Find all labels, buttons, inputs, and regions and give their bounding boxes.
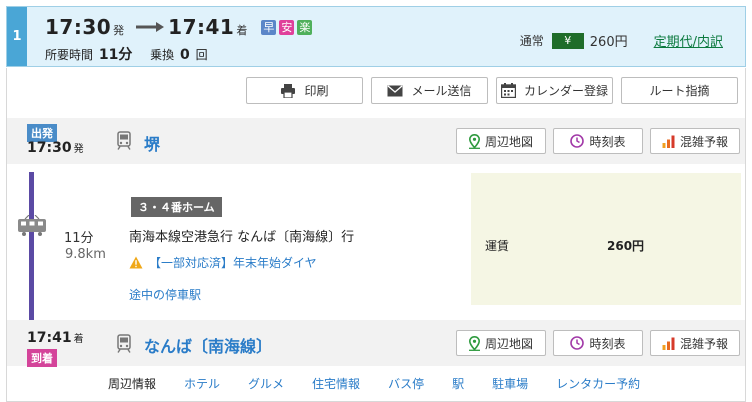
- departure-congestion-button[interactable]: 混雑予報: [650, 128, 740, 154]
- transfer-unit: 回: [195, 48, 208, 62]
- map-button-label: 周辺地図: [484, 336, 533, 351]
- fare-value: 260円: [607, 239, 645, 253]
- nearby-info-label: 周辺情報: [108, 376, 157, 391]
- nearby-info-bar: 周辺情報 ホテル グルメ 住宅情報 バス停 駅 駐車場 レンタカー予約: [7, 365, 745, 401]
- duration-label: 所要時間: [45, 48, 94, 62]
- clock-icon: [570, 134, 585, 148]
- summary-departure-time: 17:30: [45, 15, 112, 39]
- train-icon: [117, 334, 131, 353]
- cheapest-badge: 安: [279, 20, 295, 35]
- map-pin-icon: [468, 133, 480, 149]
- transfer-label: 乗換: [150, 48, 175, 62]
- transfer-count: 0: [180, 47, 190, 63]
- printer-icon: [281, 83, 296, 98]
- summary-departure-suffix: 発: [113, 24, 125, 37]
- route-feedback-label: ルート指摘: [649, 84, 710, 98]
- segment-distance: 9.8km: [65, 247, 106, 262]
- timetable-button-label: 時刻表: [589, 134, 626, 149]
- service-notice[interactable]: 【一部対応済】年末年始ダイヤ: [129, 254, 317, 271]
- arrow-right-icon: [136, 22, 165, 32]
- arrival-station-name[interactable]: なんば〔南海線〕: [144, 333, 272, 357]
- nearby-housing-link[interactable]: 住宅情報: [312, 375, 360, 392]
- nearby-hotel-link[interactable]: ホテル: [184, 375, 220, 392]
- arrival-time-suffix: 着: [73, 334, 84, 345]
- route-number: 1: [7, 7, 27, 66]
- arrival-map-button[interactable]: 周辺地図: [456, 330, 546, 356]
- departure-station-row: 出発 17:30 発 堺 周辺地図 時刻表 混雑予報: [7, 118, 745, 164]
- departure-time-suffix: 発: [73, 144, 84, 155]
- congestion-button-label: 混雑予報: [679, 134, 728, 149]
- nearby-station-link[interactable]: 駅: [452, 375, 464, 392]
- service-notice-text: 【一部対応済】年末年始ダイヤ: [149, 256, 317, 270]
- route-detail: 印刷 メール送信 カレンダー登録 ルート指摘 出発 17:30 発 堺 周辺地図…: [6, 68, 746, 402]
- calendar-label: カレンダー登録: [523, 84, 608, 98]
- departure-timetable-button[interactable]: 時刻表: [553, 128, 643, 154]
- print-label: 印刷: [304, 84, 329, 98]
- arrival-time: 17:41 着: [27, 330, 84, 346]
- warning-icon: [129, 256, 143, 269]
- summary-meta: 所要時間 11分 乗換 0 回: [45, 44, 208, 64]
- print-button[interactable]: 印刷: [246, 77, 363, 104]
- bar-chart-icon: [662, 337, 675, 350]
- train-car-icon: [18, 215, 46, 236]
- train-name: 南海本線空港急行 なんば〔南海線〕行: [129, 230, 355, 245]
- departure-map-button[interactable]: 周辺地図: [456, 128, 546, 154]
- map-pin-icon: [468, 335, 480, 351]
- summary-fare: 260円: [589, 35, 628, 50]
- mail-label: メール送信: [411, 84, 472, 98]
- fare-label: 運賃: [485, 239, 510, 253]
- arrival-station-row: 17:41 着 到着 なんば〔南海線〕 周辺地図 時刻表 混雑予報: [7, 320, 745, 367]
- calendar-icon: [500, 83, 516, 98]
- fare-panel: 運賃 260円: [471, 173, 741, 305]
- duration-value: 11分: [98, 47, 133, 63]
- commuter-pass-link[interactable]: 定期代/内訳: [654, 31, 723, 50]
- intermediate-stops-link[interactable]: 途中の停車駅: [129, 286, 201, 303]
- summary-arrival-time: 17:41: [168, 15, 235, 39]
- train-icon: [117, 131, 131, 150]
- segment-duration: 11分: [64, 231, 94, 246]
- calendar-button[interactable]: カレンダー登録: [496, 77, 613, 104]
- bar-chart-icon: [662, 135, 675, 148]
- map-button-label: 周辺地図: [484, 134, 533, 149]
- fastest-badge: 早: [261, 20, 277, 35]
- congestion-button-label: 混雑予報: [679, 336, 728, 351]
- arrival-congestion-button[interactable]: 混雑予報: [650, 330, 740, 356]
- clock-icon: [570, 336, 585, 350]
- nearby-bus-stop-link[interactable]: バス停: [388, 375, 424, 392]
- nearby-parking-link[interactable]: 駐車場: [492, 375, 528, 392]
- easiest-badge: 楽: [297, 20, 313, 35]
- arrival-timetable-button[interactable]: 時刻表: [553, 330, 643, 356]
- mail-button[interactable]: メール送信: [371, 77, 488, 104]
- route-feedback-button[interactable]: ルート指摘: [621, 77, 738, 104]
- timetable-button-label: 時刻表: [589, 336, 626, 351]
- nearby-rental-car-link[interactable]: レンタカー予約: [556, 375, 640, 392]
- route-summary: 1 17:30 発 17:41 着 早 安 楽 所要時間 11分 乗換 0 回 …: [6, 6, 746, 67]
- nearby-gourmet-link[interactable]: グルメ: [248, 375, 284, 392]
- summary-arrival-suffix: 着: [236, 24, 248, 37]
- platform-label: ３・４番ホーム: [131, 197, 222, 217]
- yen-icon: ¥: [551, 32, 584, 49]
- departure-station-name[interactable]: 堺: [144, 131, 160, 155]
- departure-time: 17:30 発: [27, 140, 84, 156]
- fare-type: 通常: [519, 34, 544, 48]
- mail-icon: [387, 85, 403, 96]
- train-line-bar: [29, 172, 34, 320]
